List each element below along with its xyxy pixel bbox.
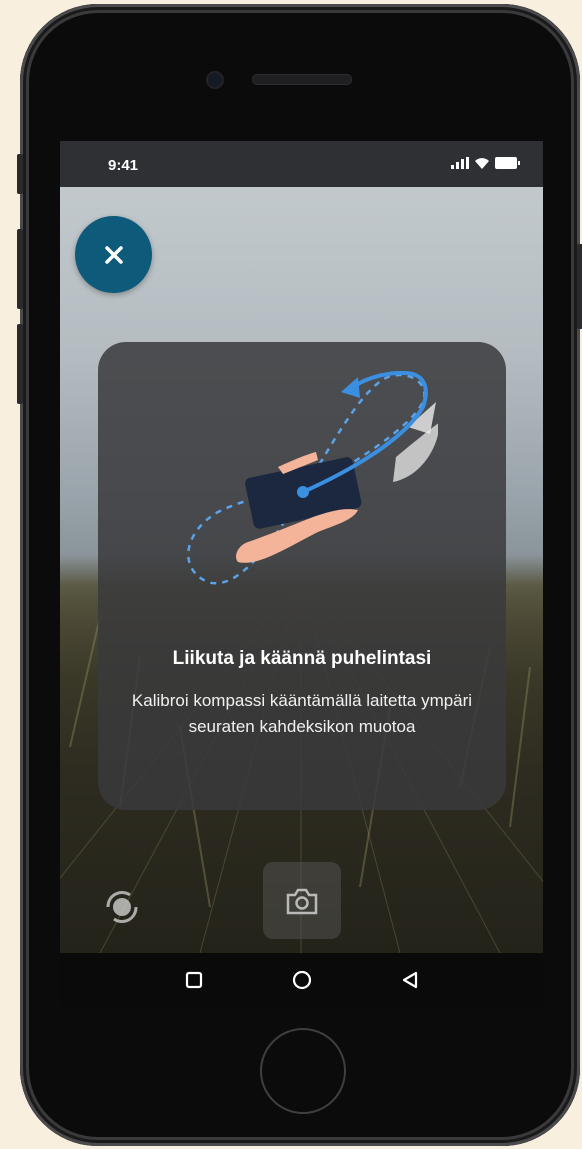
phone-frame: 9:41 Liikuta ja käännä puhelintasi Kalib… [17,4,582,1146]
card-body: Kalibroi kompassi kääntämällä laitetta y… [131,691,473,736]
screen: 9:41 Liikuta ja käännä puhelintasi Kalib… [60,141,543,1007]
close-icon [104,245,123,264]
mute-switch [17,154,23,194]
status-time: 9:41 [108,157,139,174]
volume-down-button [17,324,23,404]
android-nav-bar [60,953,543,1007]
switch-camera-button[interactable] [100,885,144,934]
battery-icon [495,157,520,169]
calibration-card: Liikuta ja käännä puhelintasi Kalibroi k… [98,342,506,810]
signal-icon [451,157,469,169]
camera-controls [60,862,543,953]
status-icons [451,157,521,169]
status-bar: 9:41 [60,141,543,187]
close-button[interactable] [75,216,152,293]
power-button [577,244,582,329]
volume-up-button [17,229,23,309]
front-camera [206,71,224,89]
camera-switch-icon [106,891,138,923]
earpiece-speaker [252,74,352,85]
wifi-icon [475,158,489,169]
back-triangle-icon[interactable] [401,971,419,989]
camera-preview: Liikuta ja käännä puhelintasi Kalibroi k… [60,187,543,953]
home-button[interactable] [260,1028,346,1114]
figure-eight-calibration-illustration [187,370,438,585]
shutter-button[interactable] [263,862,341,939]
circle-icon[interactable] [292,970,312,990]
camera-icon [286,888,318,914]
square-icon[interactable] [185,971,203,989]
card-title: Liikuta ja käännä puhelintasi [172,648,432,669]
